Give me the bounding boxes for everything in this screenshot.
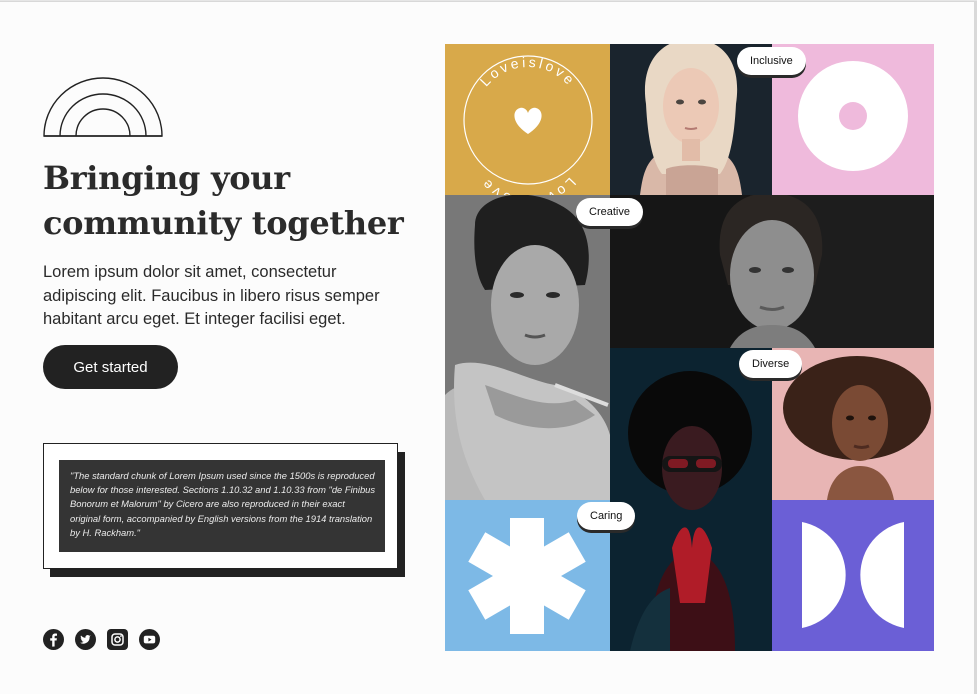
- instagram-icon[interactable]: [107, 629, 128, 650]
- half-circles-shape-icon: [802, 522, 904, 628]
- svg-text:Loveislove: Loveislove: [477, 54, 580, 89]
- twitter-icon[interactable]: [75, 629, 96, 650]
- get-started-button[interactable]: Get started: [43, 345, 178, 389]
- love-seal-icon: Loveislove Loveislove: [463, 54, 593, 195]
- headline-line-2: community together: [43, 204, 404, 242]
- purple-shape-tile: [772, 500, 934, 651]
- heart-icon: [514, 107, 542, 134]
- badge-creative: Creative: [576, 198, 643, 226]
- badge-inclusive-label: Inclusive: [750, 55, 793, 67]
- lead-paragraph: Lorem ipsum dolor sit amet, consectetur …: [43, 263, 380, 328]
- seal-text-top: Loveislove: [477, 54, 577, 89]
- badge-inclusive: Inclusive: [737, 47, 806, 75]
- badge-diverse-label: Diverse: [752, 358, 790, 370]
- rainbow-logo-icon: [43, 77, 163, 137]
- page-title: Bringing your community together: [43, 156, 423, 246]
- quote-text: "The standard chunk of Lorem Ipsum used …: [59, 460, 385, 552]
- seal-text-bottom: Loveislove: [477, 175, 580, 195]
- portrait-photo-short-hair: [610, 195, 934, 348]
- badge-diverse: Diverse: [739, 350, 803, 378]
- portrait-photo-neon: [610, 348, 772, 651]
- headline-line-1: Bringing your: [43, 159, 290, 197]
- youtube-icon[interactable]: [139, 629, 160, 650]
- badge-creative-label: Creative: [589, 206, 630, 218]
- badge-caring: Caring: [577, 502, 636, 530]
- facebook-icon[interactable]: [43, 629, 64, 650]
- community-gallery: Loveislove Loveislove: [445, 44, 934, 651]
- badge-caring-label: Caring: [590, 510, 623, 522]
- love-is-love-seal-tile: Loveislove Loveislove: [445, 44, 610, 195]
- svg-text:Loveislove: Loveislove: [477, 175, 580, 195]
- social-links: [43, 629, 160, 650]
- portrait-photo-creative: [445, 195, 610, 500]
